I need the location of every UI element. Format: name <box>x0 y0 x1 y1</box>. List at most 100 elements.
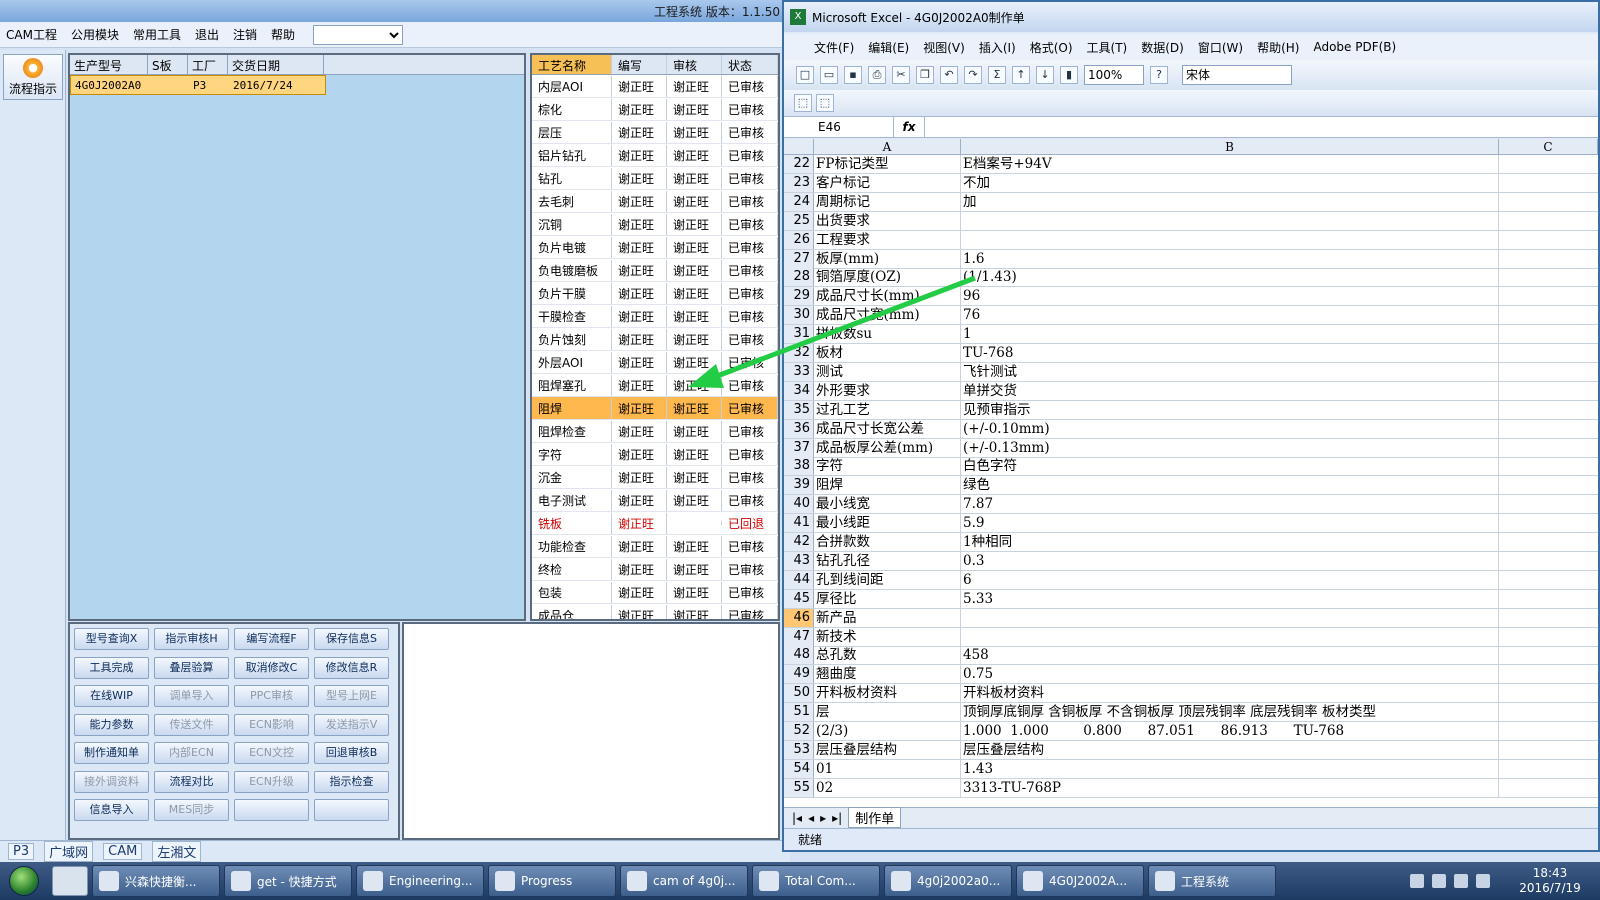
menu-public[interactable]: 公用模块 <box>71 26 119 43</box>
cell-c[interactable] <box>1499 684 1598 702</box>
cell-c[interactable] <box>1499 571 1598 589</box>
row-header[interactable]: 54 <box>784 759 814 778</box>
cell-c[interactable] <box>1499 231 1598 249</box>
tray-app-icon[interactable] <box>1432 874 1446 888</box>
tab-prev-icon[interactable]: ◂ <box>808 811 814 825</box>
action-button[interactable]: 信息导入 <box>74 799 149 821</box>
cell-c[interactable] <box>1499 287 1598 305</box>
row-header[interactable]: 40 <box>784 495 814 514</box>
action-button[interactable]: 内部ECN <box>154 742 229 764</box>
cell-b[interactable]: 顶铜厚底铜厚 含铜板厚 不含铜板厚 顶层残铜率 底层残铜率 板材类型 <box>961 703 1499 722</box>
row-header[interactable]: 33 <box>784 362 814 381</box>
row-header[interactable]: 52 <box>784 722 814 740</box>
cell-a[interactable]: 层 <box>814 703 961 722</box>
taskbar-item[interactable]: Progress <box>488 865 616 897</box>
col-reviewer[interactable]: 审核 <box>667 55 722 74</box>
row-header[interactable]: 53 <box>784 740 814 759</box>
cell-b[interactable]: 458 <box>961 646 1499 665</box>
menu-help[interactable]: 帮助 <box>271 26 295 43</box>
cell-c[interactable] <box>1499 306 1598 324</box>
row-header[interactable]: 30 <box>784 306 814 325</box>
copy-icon[interactable]: ❐ <box>916 66 934 84</box>
row-header[interactable]: 28 <box>784 268 814 287</box>
cell-b[interactable] <box>961 627 1499 646</box>
tab-first-icon[interactable]: |◂ <box>792 811 802 825</box>
cell-b[interactable]: 0.3 <box>961 551 1499 570</box>
calculator-icon[interactable] <box>52 866 88 896</box>
process-row[interactable]: 负电镀磨板 谢正旺 谢正旺 已审核 <box>532 259 778 282</box>
cell-c[interactable] <box>1499 420 1598 438</box>
cell-c[interactable] <box>1499 741 1598 759</box>
save-icon[interactable]: ▪ <box>844 66 862 84</box>
cut-icon[interactable]: ✂ <box>892 66 910 84</box>
cell-a[interactable]: 新技术 <box>814 627 961 646</box>
process-row[interactable]: 沉金 谢正旺 谢正旺 已审核 <box>532 466 778 489</box>
cell-c[interactable] <box>1499 665 1598 683</box>
row-header[interactable]: 55 <box>784 778 814 797</box>
cell-b[interactable] <box>961 230 1499 249</box>
cell-c[interactable] <box>1499 155 1598 173</box>
cell-a[interactable]: 工程要求 <box>814 230 961 249</box>
cell-b[interactable]: 不加 <box>961 173 1499 192</box>
excel-menu-item[interactable]: Adobe PDF(B) <box>1313 40 1396 54</box>
tray-arrow-icon[interactable] <box>1410 874 1424 888</box>
process-row[interactable]: 外层AOI 谢正旺 谢正旺 已审核 <box>532 351 778 374</box>
excel-menu-item[interactable]: 视图(V) <box>923 39 965 56</box>
cell-c[interactable] <box>1499 344 1598 362</box>
zoom-select[interactable]: 100% <box>1084 65 1144 85</box>
cell-b[interactable]: 96 <box>961 287 1499 306</box>
cell-b[interactable]: 白色字符 <box>961 457 1499 476</box>
undo-icon[interactable]: ↶ <box>940 66 958 84</box>
font-select[interactable]: 宋体 <box>1182 65 1292 85</box>
cell-a[interactable]: 翘曲度 <box>814 665 961 684</box>
excel-menu-item[interactable]: 窗口(W) <box>1198 39 1243 56</box>
row-header[interactable]: 31 <box>784 325 814 344</box>
row-header[interactable]: 44 <box>784 570 814 589</box>
action-button[interactable] <box>234 799 309 821</box>
cell-a[interactable]: 铜箔厚度(OZ) <box>814 268 961 287</box>
formula-input[interactable] <box>924 117 1598 137</box>
cell-b[interactable]: 5.9 <box>961 514 1499 533</box>
pdf-convert-icon[interactable]: ⬚ <box>794 94 812 112</box>
action-button[interactable]: PPC审核 <box>234 685 309 707</box>
cell-a[interactable]: 周期标记 <box>814 192 961 211</box>
excel-menu-item[interactable]: 工具(T) <box>1087 39 1128 56</box>
process-row[interactable]: 终检 谢正旺 谢正旺 已审核 <box>532 558 778 581</box>
process-row[interactable]: 成品仓 谢正旺 谢正旺 已审核 <box>532 604 778 619</box>
row-header[interactable]: 47 <box>784 627 814 646</box>
taskbar-item[interactable]: 兴森快捷衡... <box>92 865 220 897</box>
excel-menu-item[interactable]: 帮助(H) <box>1257 39 1299 56</box>
cell-b[interactable]: 1 <box>961 325 1499 344</box>
cell-a[interactable]: 合拼款数 <box>814 533 961 551</box>
cell-a[interactable]: 成品尺寸长(mm) <box>814 287 961 306</box>
action-button[interactable]: 修改信息R <box>314 656 389 679</box>
cell-b[interactable]: 单拼交货 <box>961 381 1499 400</box>
col-factory[interactable]: 工厂 <box>188 55 228 74</box>
process-row[interactable]: 干膜检查 谢正旺 谢正旺 已审核 <box>532 305 778 328</box>
action-button[interactable] <box>314 799 389 821</box>
col-status[interactable]: 状态 <box>722 55 778 74</box>
cell-a[interactable]: 成品板厚公差(mm) <box>814 438 961 457</box>
cell-b[interactable]: 层压叠层结构 <box>961 740 1499 759</box>
process-row[interactable]: 阻焊 谢正旺 谢正旺 已审核 <box>532 397 778 420</box>
cell-a[interactable]: 成品尺寸宽(mm) <box>814 306 961 325</box>
sort-desc-icon[interactable]: ↓ <box>1036 66 1054 84</box>
start-button[interactable] <box>0 862 48 900</box>
row-header[interactable]: 25 <box>784 211 814 230</box>
cell-b[interactable]: 1.43 <box>961 759 1499 778</box>
cell-b[interactable]: 6 <box>961 570 1499 589</box>
cell-b[interactable]: 绿色 <box>961 476 1499 495</box>
new-icon[interactable]: □ <box>796 66 814 84</box>
cell-b[interactable]: 见预审指示 <box>961 400 1499 419</box>
col-author[interactable]: 编写 <box>612 55 667 74</box>
cell-a[interactable]: 总孔数 <box>814 646 961 665</box>
process-row[interactable]: 棕化 谢正旺 谢正旺 已审核 <box>532 98 778 121</box>
cell-c[interactable] <box>1499 457 1598 475</box>
cell-c[interactable] <box>1499 552 1598 570</box>
cell-c[interactable] <box>1499 439 1598 457</box>
action-button[interactable]: 流程对比 <box>154 770 229 793</box>
cell-c[interactable] <box>1499 476 1598 494</box>
excel-menu-item[interactable]: 文件(F) <box>814 39 854 56</box>
col-process[interactable]: 工艺名称 <box>532 55 612 74</box>
taskbar-item[interactable]: get - 快捷方式 <box>224 865 352 897</box>
